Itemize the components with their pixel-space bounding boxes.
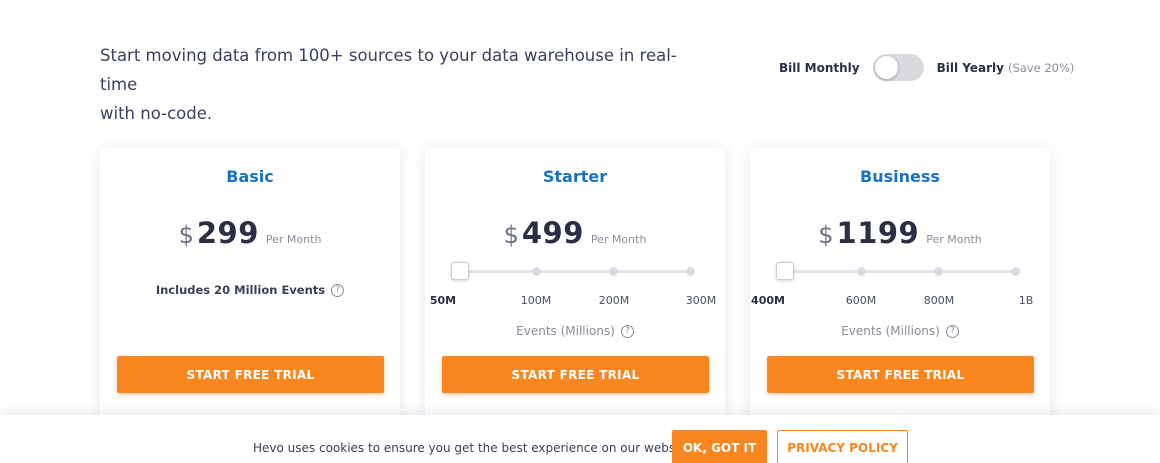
slider-tick-label: 100M [520,294,552,307]
price-amount: 299 [196,216,259,250]
price-period: Per Month [265,233,322,246]
billing-toggle[interactable] [872,54,924,81]
slider-stop[interactable] [685,267,695,276]
slider-tick-label: 800M [923,294,955,307]
price-period: Per Month [590,233,647,246]
bill-monthly-label[interactable]: Bill Monthly [779,61,860,75]
slider-stop[interactable] [532,267,542,276]
events-label-text: Events (Millions) [841,324,940,338]
currency-symbol: $ [818,221,834,249]
events-slider[interactable] [776,261,1023,281]
slider-tick-label: 400M [751,294,785,307]
cookie-banner: Hevo uses cookies to ensure you get the … [0,415,1160,463]
slider-handle[interactable] [776,262,794,280]
intro-line-2: with no-code. [100,104,213,123]
help-icon[interactable]: ? [331,284,345,297]
save-note: (Save 20%) [1007,60,1075,75]
slider-track [785,270,1015,273]
plan-card-basic: Basic $ 299 Per Month Includes 20 Millio… [100,148,400,438]
plan-card-business: Business $ 1199 Per Month 400M 600M 800M 1B… [750,148,1050,438]
plan-title: Business [860,167,940,186]
currency-symbol: $ [503,221,519,249]
slider-tick-label: 200M [598,294,630,307]
bill-yearly-label[interactable]: Bill Yearly [937,61,1004,75]
plan-card-starter: Starter $ 499 Per Month 50M 100M 200M 300M … [425,148,725,438]
intro-text: Start moving data from 100+ sources to y… [100,41,690,128]
help-icon[interactable]: ? [945,325,959,338]
start-free-trial-button[interactable]: START FREE TRIAL [117,356,384,393]
start-free-trial-button[interactable]: START FREE TRIAL [767,356,1034,393]
currency-symbol: $ [178,221,194,249]
plan-title: Starter [542,167,608,186]
price-amount: 499 [521,216,584,250]
price-period: Per Month [926,233,982,246]
slider-stop[interactable] [933,267,943,276]
help-icon[interactable]: ? [620,325,634,338]
slider-handle[interactable] [451,262,469,280]
plan-price: $ 299 Per Month [100,216,400,250]
slider-ticks: 50M 100M 200M 300M [425,294,725,308]
slider-track [460,270,690,273]
slider-tick-label: 1B [1018,294,1034,307]
slider-stop[interactable] [857,267,867,276]
privacy-policy-button[interactable]: PRIVACY POLICY [777,430,908,463]
toggle-knob [874,56,898,79]
events-slider[interactable] [451,261,698,281]
slider-tick-label: 600M [845,294,877,307]
slider-ticks: 400M 600M 800M 1B [750,294,1050,308]
slider-tick-label: 300M [685,294,717,307]
start-free-trial-button[interactable]: START FREE TRIAL [442,356,709,393]
events-label: Events (Millions)? [750,324,1050,338]
plan-price: $ 499 Per Month [425,216,725,250]
slider-tick-label: 50M [429,294,457,307]
price-amount: 1199 [836,216,920,250]
events-label-text: Events (Millions) [516,324,615,338]
plan-price: $ 1199 Per Month [750,216,1050,250]
cookie-accept-button[interactable]: OK, GOT IT [672,430,767,463]
includes-text: Includes 20 Million Events [155,283,326,297]
slider-stop[interactable] [1010,267,1020,276]
plan-includes: Includes 20 Million Events? [100,283,400,297]
intro-line-1: Start moving data from 100+ sources to y… [100,46,677,94]
cookie-message: Hevo uses cookies to ensure you get the … [253,441,695,455]
billing-toggle-group: Bill Monthly Bill Yearly (Save 20%) [779,54,1074,81]
slider-stop[interactable] [608,267,618,276]
plan-title: Basic [226,167,274,186]
events-label: Events (Millions)? [425,324,725,338]
